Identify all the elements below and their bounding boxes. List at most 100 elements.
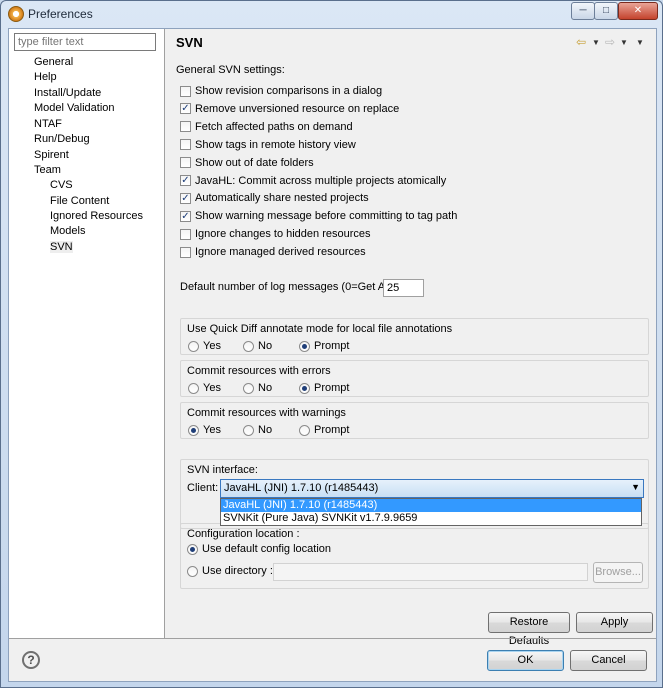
setting-checkbox-label: Automatically share nested projects	[195, 192, 369, 205]
title-bar[interactable]: Preferences ─ □ ✕	[1, 1, 662, 27]
svn-interface-title: SVN interface:	[187, 464, 258, 476]
ok-button[interactable]: OK	[487, 650, 564, 671]
setting-checkbox[interactable]: ✓ Show warning message before committing …	[180, 209, 457, 223]
radio-indicator	[299, 340, 310, 352]
close-button[interactable]: ✕	[618, 2, 658, 20]
tree-item[interactable]: Run/Debug	[34, 133, 90, 145]
radio-option[interactable]: Prompt	[299, 382, 349, 394]
radio-indicator	[188, 382, 199, 394]
radio-indicator	[187, 543, 198, 555]
setting-checkbox-label: Ignore changes to hidden resources	[195, 228, 371, 241]
maximize-button[interactable]: □	[594, 2, 618, 20]
radio-option-label: Yes	[203, 340, 221, 352]
setting-checkbox-label: Remove unversioned resource on replace	[195, 102, 400, 115]
tree-item[interactable]: Install/Update	[34, 87, 101, 99]
directory-config-radio[interactable]: Use directory :	[187, 565, 273, 577]
view-menu-icon[interactable]: ▼	[636, 38, 644, 52]
setting-checkbox[interactable]: Show revision comparisons in a dialog	[180, 84, 382, 98]
setting-checkbox[interactable]: Show tags in remote history view	[180, 138, 356, 152]
radio-indicator	[188, 424, 199, 436]
forward-menu-icon[interactable]: ▼	[620, 38, 628, 52]
back-arrow-icon[interactable]: ⇦	[576, 35, 586, 49]
tree-item[interactable]: Help	[34, 71, 57, 83]
radio-option[interactable]: Prompt	[299, 340, 349, 352]
radio-option[interactable]: Yes	[188, 424, 221, 436]
restore-defaults-button[interactable]: Restore Defaults	[488, 612, 570, 647]
apply-button[interactable]: Apply	[576, 612, 653, 633]
tree-item[interactable]: SVN	[50, 241, 73, 253]
radio-option-label: No	[258, 424, 273, 436]
radio-option-label: Prompt	[314, 382, 350, 394]
client-option[interactable]: JavaHL (JNI) 1.7.10 (r1485443)	[221, 499, 641, 512]
cancel-button[interactable]: Cancel	[570, 650, 647, 671]
checkbox-checked-icon: ✓	[180, 175, 191, 186]
tree-item[interactable]: Spirent	[34, 149, 69, 161]
setting-checkbox[interactable]: ✓ Remove unversioned resource on replace	[180, 102, 399, 116]
forward-arrow-icon[interactable]: ⇨	[605, 35, 615, 49]
tree-item[interactable]: General	[34, 56, 73, 68]
setting-checkbox[interactable]: Ignore changes to hidden resources	[180, 227, 371, 241]
tree-item[interactable]: NTAF	[34, 118, 62, 130]
checkbox-empty-icon	[180, 85, 191, 97]
checkbox-empty-icon	[180, 139, 191, 151]
client-dropdown-list: JavaHL (JNI) 1.7.10 (r1485443) SVNKit (P…	[220, 498, 642, 526]
radio-option-label: No	[258, 340, 273, 352]
tree-item[interactable]: CVS	[50, 179, 73, 191]
setting-checkbox[interactable]: Fetch affected paths on demand	[180, 120, 353, 134]
general-settings-label: General SVN settings:	[176, 64, 285, 76]
radio-group: Commit resources with warnings Yes No Promp…	[180, 402, 649, 439]
radio-indicator	[299, 382, 310, 394]
log-messages-label: Default number of log messages (0=Get Al…	[180, 281, 394, 293]
default-config-radio[interactable]: Use default config location	[187, 543, 331, 555]
preference-tree: General Help Install/Update Model Validatio…	[9, 29, 165, 638]
checkbox-empty-icon	[180, 228, 191, 240]
config-location-title: Configuration location :	[187, 528, 300, 540]
radio-option-label: Prompt	[314, 424, 350, 436]
radio-option[interactable]: No	[243, 424, 272, 436]
client-select[interactable]: JavaHL (JNI) 1.7.10 (r1485443) ▼	[220, 479, 644, 498]
page-title: SVN	[176, 35, 203, 50]
preferences-window: Preferences ─ □ ✕ General Help Install/Upd…	[0, 0, 663, 688]
radio-indicator	[299, 424, 310, 436]
minimize-button[interactable]: ─	[571, 2, 595, 20]
radio-option[interactable]: Yes	[188, 340, 221, 352]
app-icon	[8, 6, 24, 22]
checkbox-checked-icon: ✓	[180, 210, 191, 222]
radio-indicator	[243, 340, 254, 352]
client-option[interactable]: SVNKit (Pure Java) SVNKit v1.7.9.9659	[221, 512, 641, 525]
radio-option[interactable]: No	[243, 340, 272, 352]
setting-checkbox[interactable]: ✓ Automatically share nested projects	[180, 191, 369, 205]
browse-button[interactable]: Browse...	[593, 562, 643, 583]
radio-option[interactable]: Prompt	[299, 424, 349, 436]
radio-option[interactable]: No	[243, 382, 272, 394]
radio-indicator	[243, 382, 254, 394]
radio-indicator	[188, 340, 199, 352]
log-messages-input[interactable]: 25	[383, 279, 424, 297]
setting-checkbox[interactable]: Ignore managed derived resources	[180, 245, 366, 259]
help-icon[interactable]: ?	[22, 651, 40, 669]
default-config-label: Use default config location	[202, 543, 332, 555]
radio-group-title: Commit resources with warnings	[187, 407, 346, 419]
config-directory-input[interactable]	[273, 563, 588, 581]
radio-option-label: No	[258, 382, 273, 394]
radio-option[interactable]: Yes	[188, 382, 221, 394]
radio-group: Use Quick Diff annotate mode for local f…	[180, 318, 649, 355]
setting-checkbox-label: Ignore managed derived resources	[195, 246, 366, 259]
radio-group-title: Use Quick Diff annotate mode for local f…	[187, 323, 453, 335]
checkbox-checked-icon: ✓	[180, 192, 191, 204]
directory-config-label: Use directory :	[202, 565, 273, 577]
radio-option-label: Prompt	[314, 340, 350, 352]
tree-item[interactable]: Models	[50, 225, 85, 237]
setting-checkbox[interactable]: Show out of date folders	[180, 156, 314, 170]
filter-input[interactable]	[14, 33, 156, 51]
client-label: Client:	[187, 482, 219, 494]
back-menu-icon[interactable]: ▼	[592, 38, 600, 52]
tree-item[interactable]: Team	[34, 164, 61, 176]
setting-checkbox[interactable]: ✓ JavaHL: Commit across multiple projects…	[180, 174, 446, 188]
tree-item[interactable]: Ignored Resources	[50, 210, 143, 222]
client-select-value: JavaHL (JNI) 1.7.10 (r1485443)	[224, 482, 379, 494]
footer-divider	[9, 638, 656, 639]
tree-item[interactable]: Model Validation	[34, 102, 115, 114]
tree-item[interactable]: File Content	[50, 195, 109, 207]
checkbox-empty-icon	[180, 157, 191, 169]
